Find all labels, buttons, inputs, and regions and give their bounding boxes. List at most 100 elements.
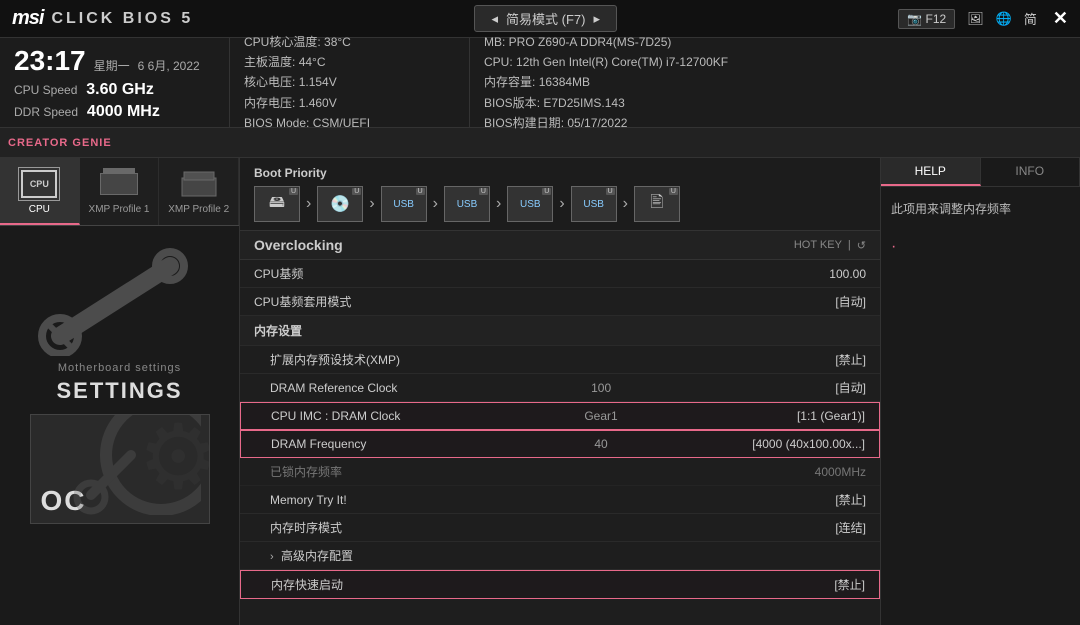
boot-device-box-1: 🖴 U: [254, 186, 300, 222]
memory-try-it-name: Memory Try It!: [254, 493, 535, 507]
dram-freq-value: [4000 (40x100.00x...]: [667, 437, 865, 451]
boot-device-4[interactable]: USB U: [444, 186, 490, 222]
boot-arrow-4: ›: [496, 195, 501, 213]
dram-freq-mid: 40: [535, 437, 667, 451]
row-mem-fast-boot[interactable]: 内存快速启动 [禁止]: [240, 570, 880, 599]
screenshot-icon-2: 🖼: [967, 11, 984, 27]
right-tab-help[interactable]: HELP: [881, 158, 981, 186]
close-button[interactable]: ✕: [1053, 8, 1068, 29]
screenshot-button[interactable]: 📷 F12: [898, 9, 955, 29]
xmp-value: [禁止]: [667, 351, 866, 368]
bios-version-row: BIOS版本: E7D25IMS.143: [484, 93, 728, 113]
clock-date: 6 6月, 2022: [138, 57, 200, 74]
mem-voltage-row: 内存电压: 1.460V: [244, 93, 455, 113]
mem-size-row: 内存容量: 16384MB: [484, 72, 728, 92]
tab-cpu[interactable]: CPU CPU: [0, 158, 80, 225]
settings-small-label: Motherboard settings: [58, 362, 181, 374]
row-xmp[interactable]: 扩展内存预设技术(XMP) [禁止]: [240, 346, 880, 374]
xmp2-svg-icon: [180, 170, 218, 198]
tab-xmp2-label: XMP Profile 2: [168, 204, 229, 215]
advanced-mem-name: › 高级内存配置: [254, 547, 535, 564]
u-badge-6: U: [606, 188, 615, 195]
main-area: CPU CPU XMP Profile 1 XMP Profile 2: [0, 158, 1080, 625]
mem-fast-boot-value: [禁止]: [667, 576, 865, 593]
oc-table: CPU基频 100.00 CPU基频套用模式 [自动] 内存设置 扩展内存预设技…: [240, 260, 880, 625]
lang-selector[interactable]: 简: [1024, 9, 1037, 28]
core-voltage-row: 核心电压: 1.154V: [244, 72, 455, 92]
row-cpu-base-freq[interactable]: CPU基频 100.00: [240, 260, 880, 288]
right-tab-info[interactable]: INFO: [981, 158, 1080, 186]
top-center: ◂ 简易模式 (F7) ▸: [193, 5, 898, 32]
xmp2-tab-icon: [179, 168, 219, 200]
ddr-speed-value: 4000 MHz: [87, 103, 160, 120]
mode-selector[interactable]: ◂ 简易模式 (F7) ▸: [474, 5, 617, 32]
row-dram-ref-clock[interactable]: DRAM Reference Clock 100 [自动]: [240, 374, 880, 402]
cpu-chip-icon: CPU: [21, 170, 57, 198]
bios-date-row: BIOS构建日期: 05/17/2022: [484, 113, 728, 133]
mid-info-section: CPU核心温度: 38°C 主板温度: 44°C 核心电压: 1.154V 内存…: [230, 38, 470, 127]
boot-device-2[interactable]: 💿 U: [317, 186, 363, 222]
bios-mode-row: BIOS Mode: CSM/UEFI: [244, 113, 455, 133]
dram-ref-clock-name: DRAM Reference Clock: [254, 381, 535, 395]
row-memory-try-it[interactable]: Memory Try It! [禁止]: [240, 486, 880, 514]
boot-arrow-6: ›: [623, 195, 628, 213]
tab-xmp2[interactable]: XMP Profile 2: [159, 158, 239, 225]
clock-weekday: 星期一: [94, 57, 130, 74]
boot-arrow-2: ›: [369, 195, 374, 213]
row-cpu-base-mode[interactable]: CPU基频套用模式 [自动]: [240, 288, 880, 316]
boot-device-6[interactable]: USB U: [571, 186, 617, 222]
settings-large-label: SETTINGS: [56, 378, 182, 404]
row-advanced-mem[interactable]: › 高级内存配置: [240, 542, 880, 570]
clock-time: 23:17: [14, 45, 86, 77]
sidebar-settings: Motherboard settings SETTINGS OC: [0, 226, 239, 625]
row-cpu-imc-dram[interactable]: CPU IMC : DRAM Clock Gear1 [1:1 (Gear1)]: [240, 402, 880, 430]
undo-icon: ↺: [857, 239, 866, 252]
row-dram-freq[interactable]: DRAM Frequency 40 [4000 (40x100.00x...]: [240, 430, 880, 458]
section-mem-settings: 内存设置: [240, 316, 880, 346]
mb-row: MB: PRO Z690-A DDR4(MS-7D25): [484, 32, 728, 52]
mem-fast-boot-name: 内存快速启动: [255, 576, 535, 593]
row-mem-timing-mode[interactable]: 内存时序模式 [连结]: [240, 514, 880, 542]
boot-arrow-3: ›: [433, 195, 438, 213]
f12-label: F12: [926, 12, 947, 26]
usb-icon-1: USB: [393, 199, 414, 210]
right-panel: HELP INFO 此项用来调整内存频率 ·: [880, 158, 1080, 625]
right-panel-content: 此项用来调整内存频率 ·: [881, 187, 1080, 273]
cpu-imc-dram-name: CPU IMC : DRAM Clock: [255, 409, 535, 423]
boot-priority-section: Boot Priority 🖴 U › 💿 U ›: [240, 158, 880, 231]
cpu-imc-dram-value: [1:1 (Gear1)]: [667, 409, 865, 423]
cpu-base-freq-name: CPU基频: [254, 265, 526, 282]
oc-hotkey: HOT KEY | ↺: [794, 239, 866, 252]
tab-xmp1[interactable]: XMP Profile 1: [80, 158, 160, 225]
left-sidebar: CPU CPU XMP Profile 1 XMP Profile 2: [0, 158, 240, 625]
chevron-right-icon: ▸: [593, 11, 600, 27]
right-panel-tabs: HELP INFO: [881, 158, 1080, 187]
main-content: Boot Priority 🖴 U › 💿 U ›: [240, 158, 880, 625]
dram-freq-name: DRAM Frequency: [255, 437, 535, 451]
u-badge-4: U: [479, 188, 488, 195]
boot-device-box-5: USB U: [507, 186, 553, 222]
boot-device-3[interactable]: USB U: [381, 186, 427, 222]
xmp-name: 扩展内存预设技术(XMP): [254, 351, 535, 368]
boot-device-7[interactable]: 🖹 U: [634, 186, 680, 222]
xmp1-tab-icon: [99, 168, 139, 200]
usb-icon-3: USB: [520, 199, 541, 210]
u-badge-5: U: [542, 188, 551, 195]
dram-ref-clock-mid: 100: [535, 381, 667, 395]
usb-icon-4: USB: [583, 199, 604, 210]
boot-device-1[interactable]: 🖴 U: [254, 186, 300, 222]
globe-icon: 🌐: [996, 11, 1012, 27]
cpu-speed-value: 3.60 GHz: [86, 81, 154, 98]
oc-thumbnail[interactable]: OC: [30, 414, 210, 524]
boot-device-5[interactable]: USB U: [507, 186, 553, 222]
cpu-base-mode-name: CPU基频套用模式: [254, 293, 526, 310]
system-info-bar: 23:17 星期一 6 6月, 2022 CPU Speed 3.60 GHz …: [0, 38, 1080, 128]
cpu-model-row: CPU: 12th Gen Intel(R) Core(TM) i7-12700…: [484, 52, 728, 72]
u-badge-1: U: [289, 188, 298, 195]
ram-icon-1: [100, 173, 138, 195]
u-badge-3: U: [416, 188, 425, 195]
boot-arrow-1: ›: [306, 195, 311, 213]
pipe-separator: |: [848, 239, 851, 251]
cpu-base-mode-value: [自动]: [662, 293, 866, 310]
msi-logo: msi: [12, 7, 43, 30]
